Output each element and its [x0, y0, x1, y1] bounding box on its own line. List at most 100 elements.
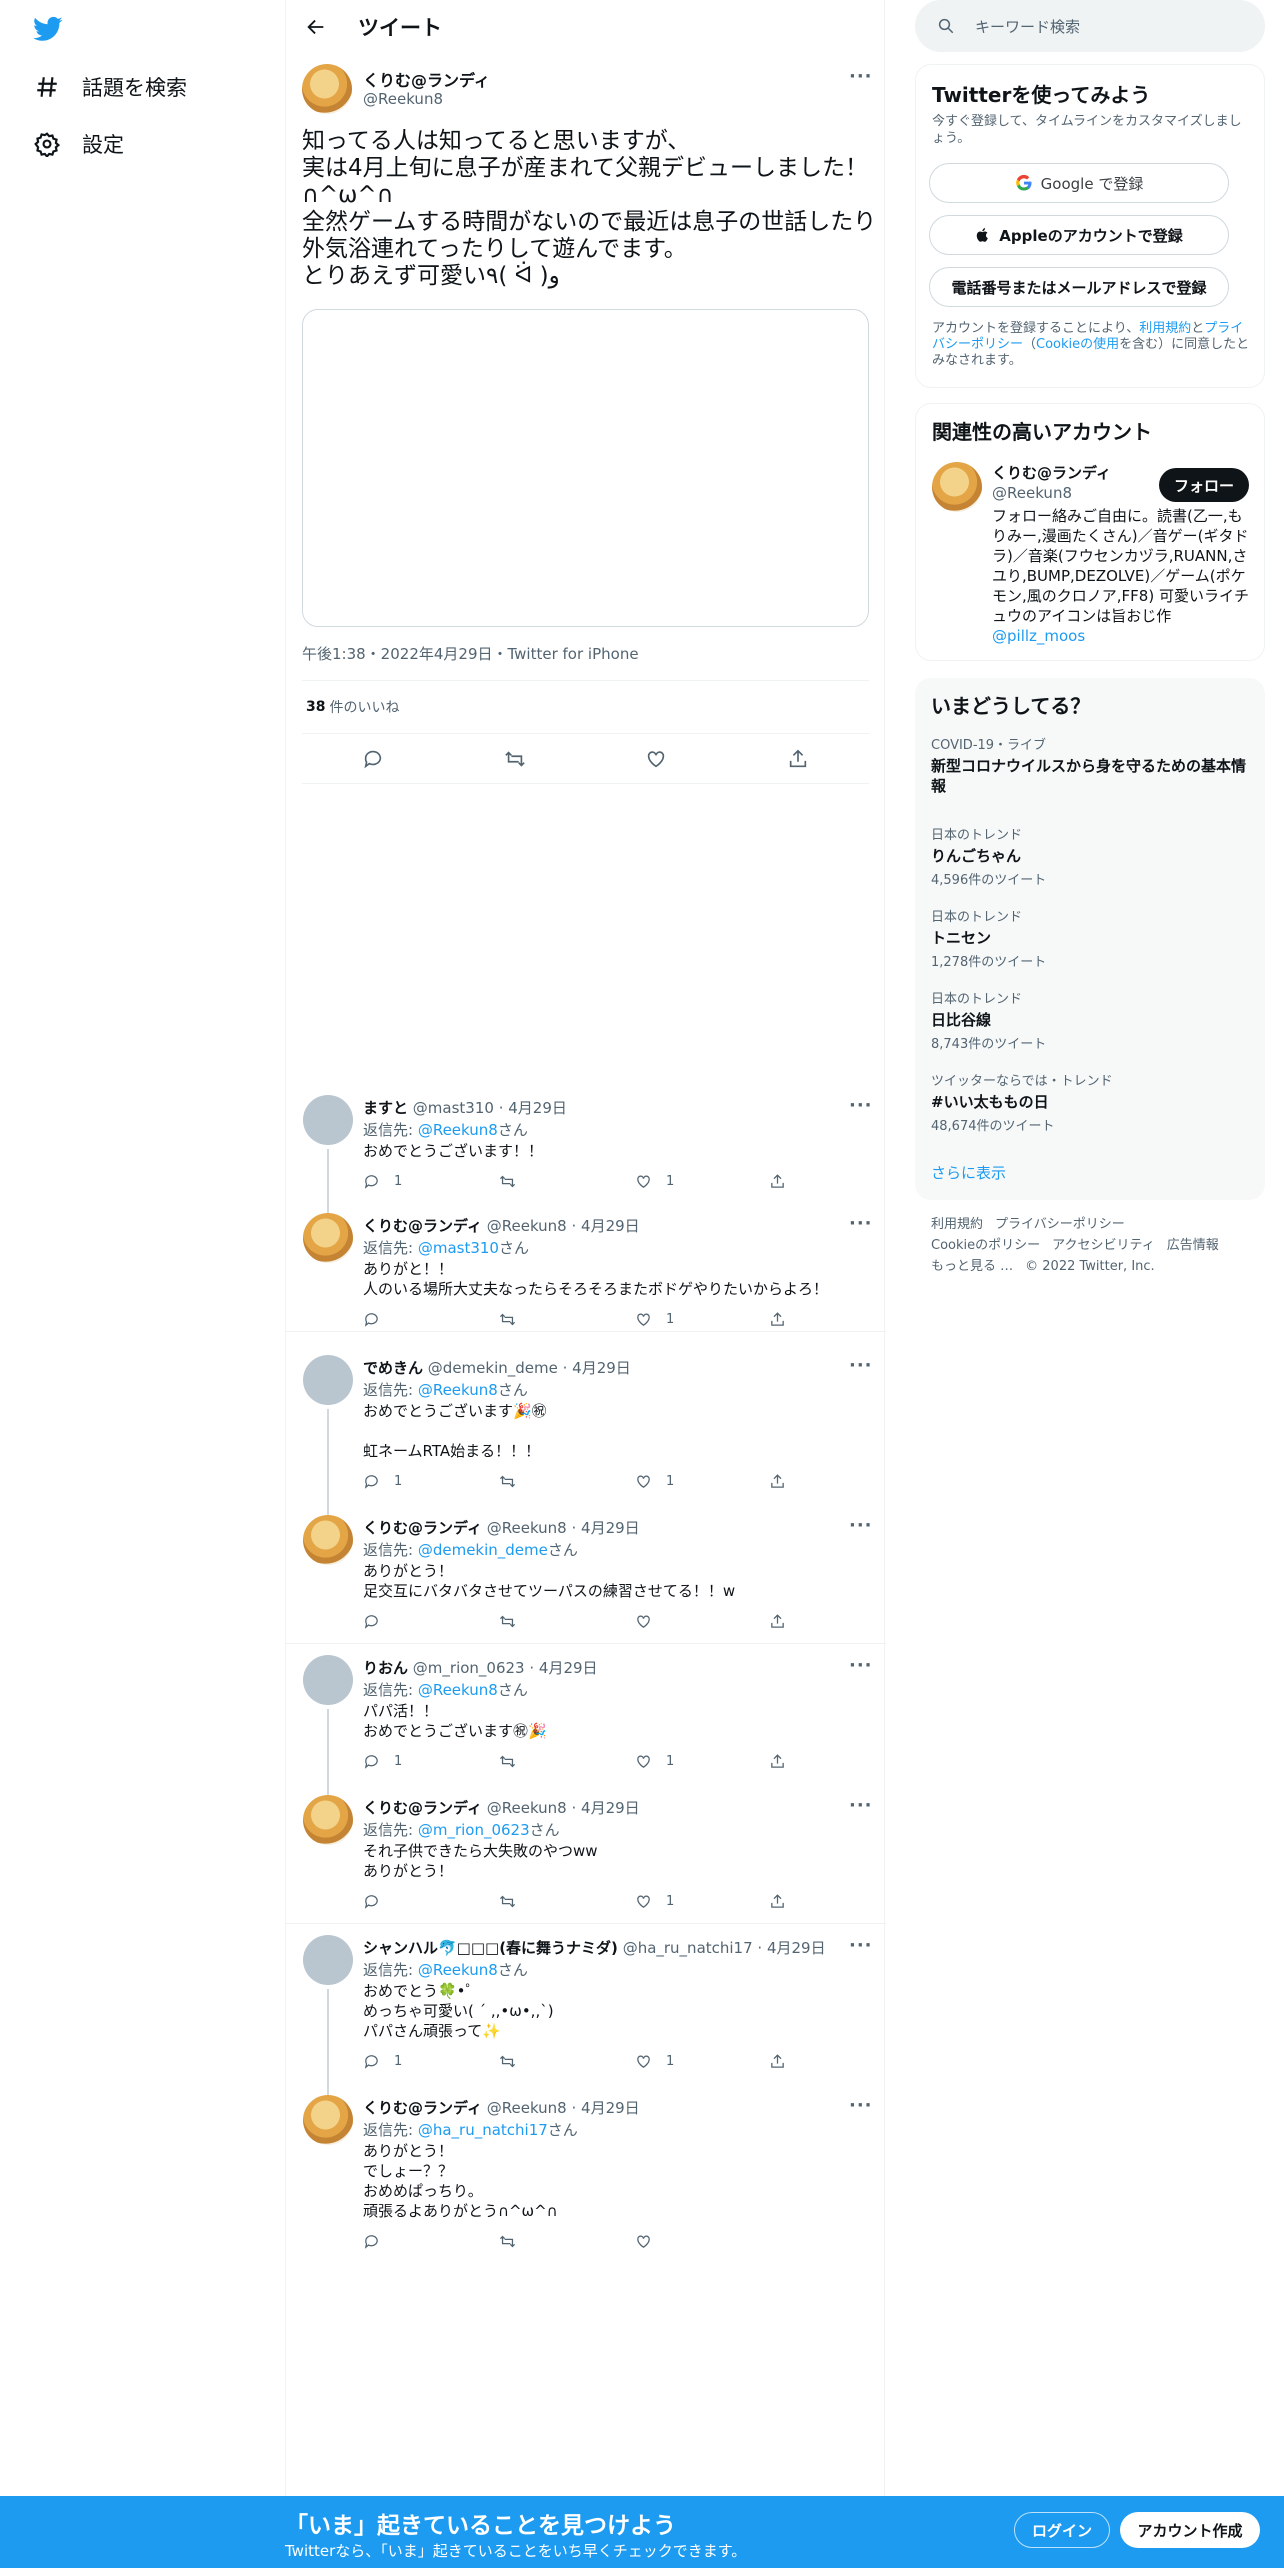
retweet-button[interactable]	[499, 2233, 516, 2250]
reply-to-link[interactable]: @m_rion_0623	[418, 1821, 530, 1839]
reply-date[interactable]: 4月29日	[581, 1799, 640, 1817]
avatar[interactable]	[932, 462, 982, 512]
nav-settings[interactable]: 設定	[34, 124, 124, 164]
like-button[interactable]: 1	[635, 1473, 674, 1490]
retweet-button[interactable]	[499, 1613, 516, 1630]
avatar[interactable]	[303, 1935, 353, 1985]
share-icon[interactable]	[787, 748, 809, 770]
like-button[interactable]: 1	[635, 2053, 674, 2070]
reply-button[interactable]: 1	[363, 1753, 402, 1770]
avatar[interactable]	[303, 1655, 353, 1705]
footer-link[interactable]: アクセシビリティ	[1052, 1238, 1155, 1253]
more-icon[interactable]: ···	[849, 1095, 873, 1116]
tweet-author-handle[interactable]: @Reekun8	[363, 90, 443, 108]
phone-email-signup-button[interactable]: 電話番号またはメールアドレスで登録	[929, 267, 1229, 307]
more-icon[interactable]: ···	[849, 1355, 873, 1376]
retweet-button[interactable]	[499, 1473, 516, 1490]
more-icon[interactable]: ···	[849, 1795, 873, 1816]
reply-date[interactable]: 4月29日	[572, 1359, 631, 1377]
reply-date[interactable]: 4月29日	[581, 1519, 640, 1537]
more-icon[interactable]: ···	[849, 66, 873, 87]
twitter-logo-icon[interactable]	[30, 14, 66, 44]
avatar[interactable]	[303, 1213, 353, 1263]
reply-author-name[interactable]: でめきん	[363, 1359, 423, 1377]
avatar[interactable]	[303, 1795, 353, 1845]
like-button[interactable]: 1	[635, 1173, 674, 1190]
share-button[interactable]	[769, 1311, 786, 1328]
reply-icon[interactable]	[362, 748, 384, 770]
reply-date[interactable]: 4月29日	[581, 2099, 640, 2117]
trend-item[interactable]: ツイッターならでは・トレンド #いい太ももの日 48,674件のツイート	[931, 1070, 1249, 1134]
reply-button[interactable]: 1	[363, 2053, 402, 2070]
reply-author-handle[interactable]: @mast310	[413, 1099, 494, 1117]
reply-to-link[interactable]: @mast310	[418, 1239, 499, 1257]
footer-link[interactable]: 利用規約	[931, 1217, 983, 1232]
reply-author-name[interactable]: くりむ@ランディ	[363, 2099, 482, 2117]
terms-link[interactable]: 利用規約	[1139, 321, 1191, 336]
retweet-button[interactable]	[499, 2053, 516, 2070]
reply-to-link[interactable]: @ha_ru_natchi17	[418, 2121, 548, 2139]
signup-button[interactable]: アカウント作成	[1120, 2512, 1260, 2548]
more-icon[interactable]: ···	[849, 1213, 873, 1234]
trend-item[interactable]: 日本のトレンド りんごちゃん 4,596件のツイート	[931, 824, 1249, 888]
share-button[interactable]	[769, 1473, 786, 1490]
avatar[interactable]	[303, 2095, 353, 2145]
reply-author-name[interactable]: くりむ@ランディ	[363, 1217, 482, 1235]
reply-author-handle[interactable]: @Reekun8	[487, 1799, 567, 1817]
reply-author-name[interactable]: シャンハル🐬□□□(春に舞うナミダ)	[363, 1939, 618, 1957]
reply-to-link[interactable]: @demekin_deme	[418, 1541, 548, 1559]
related-account-name[interactable]: くりむ@ランディ	[992, 462, 1111, 483]
more-icon[interactable]: ···	[849, 1515, 873, 1536]
reply-button[interactable]	[363, 2233, 394, 2250]
reply-button[interactable]: 1	[363, 1473, 402, 1490]
cookie-link[interactable]: Cookieの使用	[1036, 337, 1119, 352]
retweet-button[interactable]	[499, 1893, 516, 1910]
reply-to-link[interactable]: @Reekun8	[418, 1121, 498, 1139]
footer-link[interactable]: もっと見る …	[931, 1259, 1013, 1274]
show-more-link[interactable]: さらに表示	[931, 1162, 1006, 1183]
login-button[interactable]: ログイン	[1014, 2512, 1110, 2548]
reply-date[interactable]: 4月29日	[767, 1939, 826, 1957]
retweet-button[interactable]	[499, 1173, 516, 1190]
trend-item[interactable]: 日本のトレンド 日比谷線 8,743件のツイート	[931, 988, 1249, 1052]
avatar[interactable]	[303, 1095, 353, 1145]
trend-item[interactable]: 日本のトレンド トニセン 1,278件のツイート	[931, 906, 1249, 970]
related-account-handle[interactable]: @Reekun8	[992, 484, 1072, 502]
retweet-button[interactable]	[499, 1753, 516, 1770]
nav-explore[interactable]: 話題を検索	[34, 67, 187, 107]
reply-author-handle[interactable]: @demekin_deme	[428, 1359, 558, 1377]
like-button[interactable]: 1	[635, 1893, 674, 1910]
avatar[interactable]	[303, 1355, 353, 1405]
footer-link[interactable]: 広告情報	[1167, 1238, 1219, 1253]
bio-link[interactable]: @pillz_moos	[992, 627, 1085, 645]
reply-author-handle[interactable]: @Reekun8	[487, 1519, 567, 1537]
reply-author-handle[interactable]: @Reekun8	[487, 2099, 567, 2117]
back-arrow-icon[interactable]	[302, 13, 330, 41]
retweet-icon[interactable]	[504, 748, 526, 770]
more-icon[interactable]: ···	[849, 1935, 873, 1956]
follow-button[interactable]: フォロー	[1159, 468, 1249, 502]
footer-link[interactable]: プライバシーポリシー	[995, 1217, 1125, 1232]
reply-date[interactable]: 4月29日	[508, 1099, 567, 1117]
reply-date[interactable]: 4月29日	[539, 1659, 598, 1677]
reply-author-name[interactable]: くりむ@ランディ	[363, 1519, 482, 1537]
like-button[interactable]	[635, 1613, 666, 1630]
share-button[interactable]	[769, 1753, 786, 1770]
tweet-like-count[interactable]: 38 件のいいね	[302, 680, 869, 734]
share-button[interactable]	[769, 1893, 786, 1910]
avatar[interactable]	[303, 1515, 353, 1565]
like-button[interactable]	[635, 2233, 666, 2250]
apple-signup-button[interactable]: Appleのアカウントで登録	[929, 215, 1229, 255]
like-icon[interactable]	[645, 748, 667, 770]
more-icon[interactable]: ···	[849, 2095, 873, 2116]
reply-author-handle[interactable]: @m_rion_0623	[413, 1659, 525, 1677]
reply-author-handle[interactable]: @Reekun8	[487, 1217, 567, 1235]
reply-author-name[interactable]: りおん	[363, 1659, 408, 1677]
search-input[interactable]: キーワード検索	[915, 0, 1265, 52]
reply-to-link[interactable]: @Reekun8	[418, 1961, 498, 1979]
share-button[interactable]	[769, 1613, 786, 1630]
footer-link[interactable]: Cookieのポリシー	[931, 1238, 1040, 1253]
reply-to-link[interactable]: @Reekun8	[418, 1681, 498, 1699]
like-button[interactable]: 1	[635, 1753, 674, 1770]
reply-button[interactable]	[363, 1613, 394, 1630]
